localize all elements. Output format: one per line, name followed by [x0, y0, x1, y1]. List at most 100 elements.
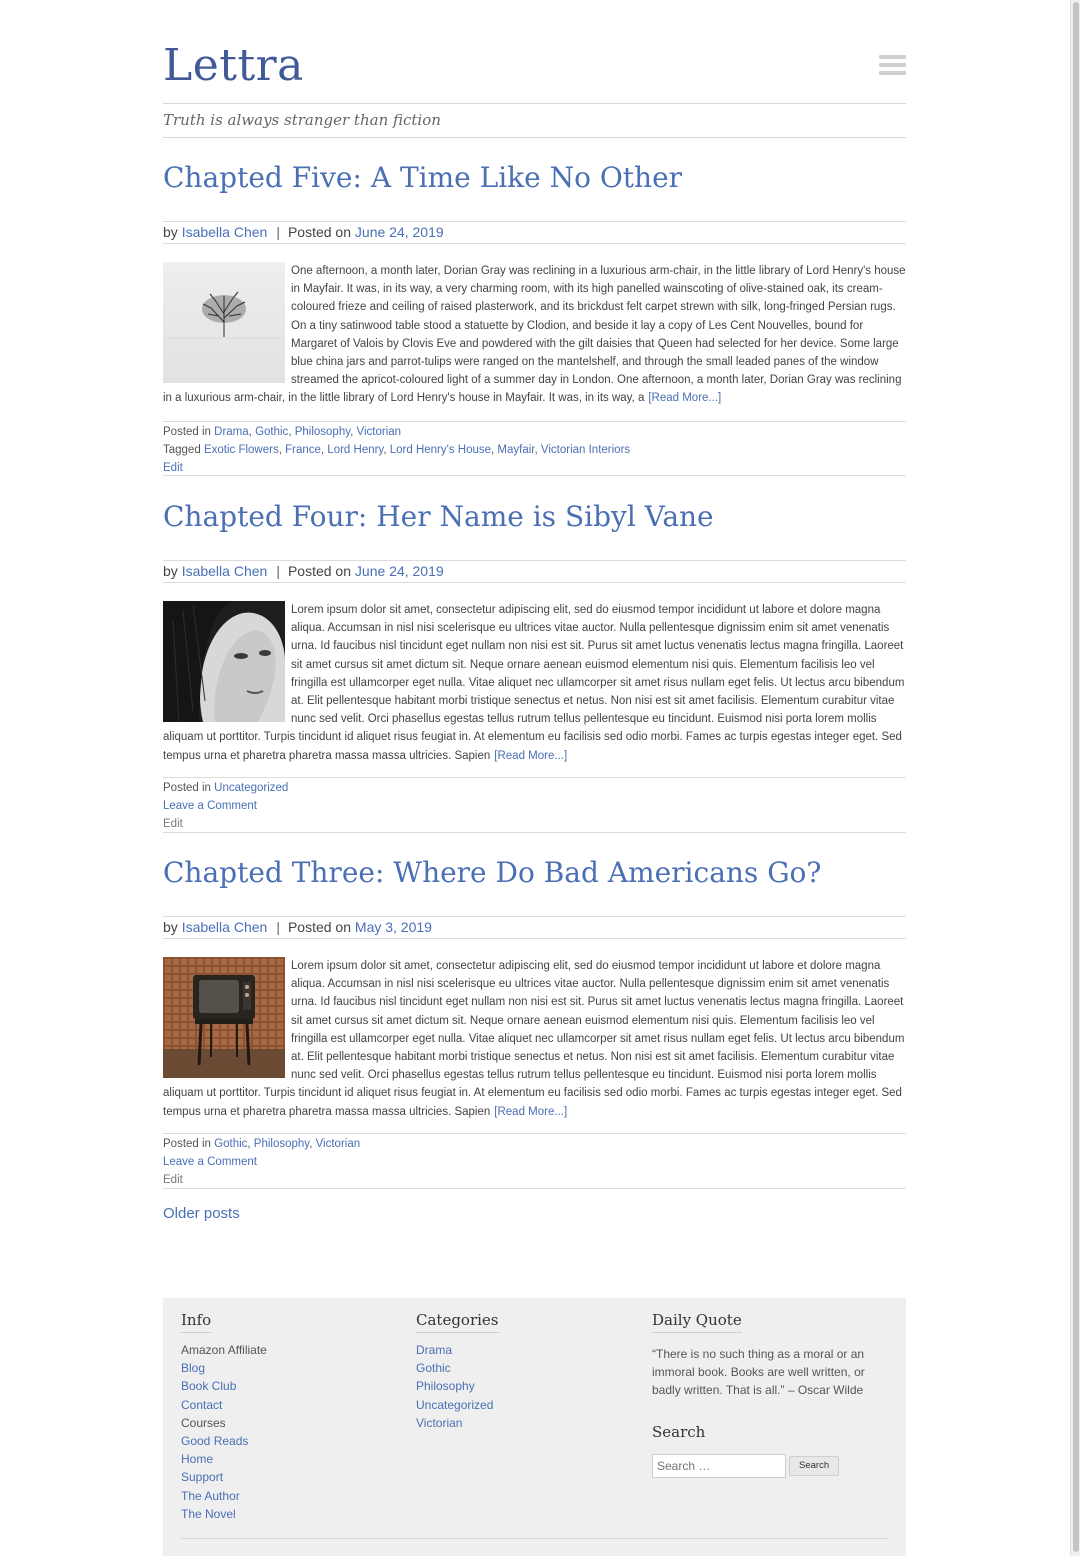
category-link[interactable]: Gothic [255, 426, 288, 438]
edit-text[interactable]: Edit [163, 815, 906, 833]
post-title[interactable]: Chapted Three: Where Do Bad Americans Go… [163, 855, 906, 891]
tag-link[interactable]: Lord Henry's House [390, 444, 491, 456]
post-date-link[interactable]: June 24, 2019 [355, 563, 444, 579]
leave-comment-link[interactable]: Leave a Comment [163, 1156, 257, 1168]
info-menu-item[interactable]: Amazon Affiliate [181, 1341, 267, 1359]
post-title[interactable]: Chapted Five: A Time Like No Other [163, 160, 906, 196]
by-label: by [163, 224, 178, 240]
site-tagline: Truth is always stranger than fiction [163, 111, 441, 129]
hamburger-menu-icon[interactable] [879, 55, 906, 76]
site-footer: Info Amazon Affiliate Blog Book Club Contac… [163, 1298, 906, 1556]
search-form: Search [652, 1453, 867, 1478]
tag-link[interactable]: Mayfair [497, 444, 534, 456]
widget-heading: Categories [416, 1310, 499, 1333]
post-excerpt: One afternoon, a month later, Dorian Gra… [163, 262, 906, 408]
site-title[interactable]: Lettra [163, 40, 304, 92]
widget-heading: Search [652, 1422, 706, 1441]
info-menu-item[interactable]: Courses [181, 1414, 267, 1432]
tagged-label: Tagged [163, 444, 201, 457]
post-date-link[interactable]: May 3, 2019 [355, 919, 432, 935]
tagged: Tagged Exotic Flowers, France, Lord Henr… [163, 444, 631, 457]
category-menu-item[interactable]: Victorian [416, 1414, 499, 1432]
post-footer: Posted in Uncategorized Leave a Comment … [163, 777, 906, 834]
post: Chapted Four: Her Name is Sibyl Vane [163, 499, 906, 535]
post-footer: Posted in Drama, Gothic, Philosophy, Vic… [163, 421, 906, 478]
post-meta: by Isabella Chen | Posted on June 24, 2019 [163, 221, 906, 244]
page-scrollbar[interactable] [1070, 0, 1080, 1556]
post-divider [163, 475, 906, 476]
posted-in-label: Posted in [163, 1138, 211, 1150]
posted-on-label: Posted on [287, 224, 352, 240]
header-divider [163, 137, 906, 138]
posted-in: Posted in Drama, Gothic, Philosophy, Vic… [163, 426, 402, 438]
info-menu-item[interactable]: Book Club [181, 1377, 267, 1395]
footer-divider [181, 1538, 888, 1539]
post-divider [163, 1188, 906, 1189]
info-menu-item[interactable]: The Author [181, 1487, 267, 1505]
post-date-link[interactable]: June 24, 2019 [355, 224, 444, 240]
post-divider [163, 832, 906, 833]
author-link[interactable]: Isabella Chen [182, 563, 268, 579]
category-menu-item[interactable]: Philosophy [416, 1377, 499, 1395]
posted-in: Posted in Uncategorized [163, 779, 906, 797]
edit-link[interactable]: Edit [163, 462, 183, 474]
post-title[interactable]: Chapted Four: Her Name is Sibyl Vane [163, 499, 906, 535]
posted-in-label: Posted in [163, 782, 211, 794]
category-link[interactable]: Victorian [357, 426, 402, 438]
tag-link[interactable]: Victorian Interiors [541, 444, 630, 456]
search-button[interactable]: Search [789, 1455, 840, 1476]
author-link[interactable]: Isabella Chen [182, 224, 268, 240]
posted-on-label: Posted on [287, 563, 352, 579]
info-menu-item[interactable]: Good Reads [181, 1432, 267, 1450]
posted-on-label: Posted on [287, 919, 352, 935]
edit-text[interactable]: Edit [163, 1171, 906, 1189]
daily-quote-text: “There is no such thing as a moral or an… [652, 1347, 865, 1398]
woman-portrait-image[interactable] [163, 601, 285, 722]
category-link[interactable]: Uncategorized [214, 782, 288, 794]
category-menu-item[interactable]: Uncategorized [416, 1396, 499, 1414]
post-excerpt: Lorem ipsum dolor sit amet, consectetur … [163, 601, 906, 765]
post-meta: by Isabella Chen | Posted on May 3, 2019 [163, 916, 906, 939]
category-link[interactable]: Victorian [316, 1138, 361, 1150]
meta-separator: | [276, 919, 280, 935]
info-menu-item[interactable]: Support [181, 1468, 267, 1486]
info-menu-item[interactable]: Home [181, 1450, 267, 1468]
post: Chapted Three: Where Do Bad Americans Go… [163, 855, 906, 891]
snowy-tree-image[interactable] [163, 262, 285, 383]
leave-comment-link[interactable]: Leave a Comment [163, 800, 257, 812]
posted-in: Posted in Gothic, Philosophy, Victorian [163, 1138, 361, 1150]
info-menu-item[interactable]: Blog [181, 1359, 267, 1377]
by-label: by [163, 919, 178, 935]
category-link[interactable]: Philosophy [254, 1138, 309, 1150]
author-link[interactable]: Isabella Chen [182, 919, 268, 935]
scrollbar-thumb[interactable] [1073, 2, 1079, 1552]
read-more-link[interactable]: [Read More...] [648, 392, 721, 404]
category-menu-item[interactable]: Gothic [416, 1359, 499, 1377]
search-input[interactable] [652, 1453, 786, 1478]
tag-link[interactable]: Exotic Flowers [204, 444, 279, 456]
category-menu-item[interactable]: Drama [416, 1341, 499, 1359]
widget-heading: Daily Quote [652, 1310, 742, 1333]
post-footer: Posted in Gothic, Philosophy, Victorian … [163, 1133, 906, 1190]
footer-categories-widget: Categories Drama Gothic Philosophy Uncatego… [416, 1310, 499, 1432]
info-menu-item[interactable]: The Novel [181, 1505, 267, 1523]
post: Chapted Five: A Time Like No Other [163, 160, 906, 196]
retro-tv-image[interactable] [163, 957, 285, 1078]
footer-info-widget: Info Amazon Affiliate Blog Book Club Contac… [181, 1310, 267, 1523]
read-more-link[interactable]: [Read More...] [494, 1106, 567, 1118]
category-link[interactable]: Gothic [214, 1138, 247, 1150]
meta-separator: | [276, 563, 280, 579]
widget-heading: Info [181, 1310, 212, 1333]
read-more-link[interactable]: [Read More...] [494, 750, 567, 762]
tag-link[interactable]: France [285, 444, 321, 456]
posted-in-label: Posted in [163, 426, 211, 438]
tag-link[interactable]: Lord Henry [327, 444, 383, 456]
category-link[interactable]: Philosophy [295, 426, 350, 438]
header-divider [163, 103, 906, 104]
older-posts-link[interactable]: Older posts [163, 1203, 240, 1225]
category-link[interactable]: Drama [214, 426, 249, 438]
categories-menu: Drama Gothic Philosophy Uncategorized Victor… [416, 1341, 499, 1432]
post-meta: by Isabella Chen | Posted on June 24, 2019 [163, 560, 906, 583]
info-menu: Amazon Affiliate Blog Book Club Contact Cour… [181, 1341, 267, 1523]
info-menu-item[interactable]: Contact [181, 1396, 267, 1414]
